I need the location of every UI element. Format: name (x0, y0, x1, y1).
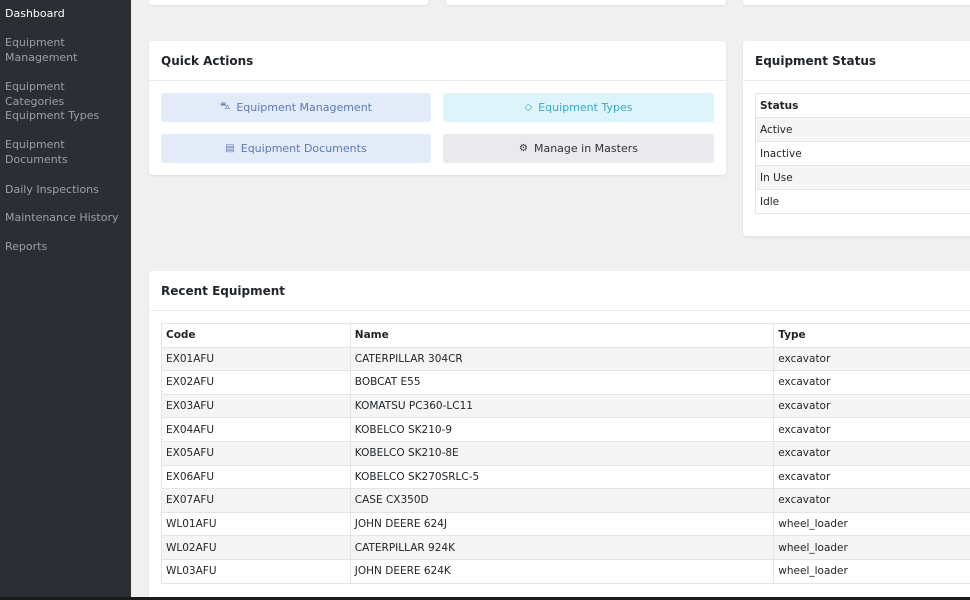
table-row: EX01AFU CATERPILLAR 304CR excavator (161, 346, 970, 372)
cell-code: EX02AFU (161, 370, 351, 395)
cell-code: EX06AFU (161, 464, 351, 490)
equipment-status-title: Equipment Status (743, 41, 970, 81)
column-header-name: Name (349, 323, 775, 348)
cell-name: KOMATSU PC360-LC11 (349, 393, 775, 419)
sidebar-item-equipment-categories[interactable]: Equipment Categories (0, 79, 131, 109)
cell-type: excavator (773, 370, 970, 395)
table-row: WL01AFU JOHN DEERE 624J wheel_loader (161, 511, 970, 537)
cell-name: BOBCAT E55 (349, 370, 775, 395)
cell-code: WL02AFU (161, 535, 351, 560)
cell-type: excavator (773, 440, 970, 466)
cell-code: EX05AFU (161, 440, 351, 466)
table-row: WL02AFU CATERPILLAR 924K wheel_loader (161, 535, 970, 560)
car-icon: ⛍ (220, 101, 231, 112)
cell-type: excavator (773, 417, 970, 442)
quick-actions-title: Quick Actions (149, 41, 726, 81)
status-header: Status (755, 93, 970, 118)
status-row: In Use (755, 165, 970, 190)
cell-type: wheel_loader (773, 535, 970, 560)
cell-name: KOBELCO SK210-9 (349, 417, 775, 442)
sidebar-item-maintenance-history[interactable]: Maintenance History (0, 210, 123, 225)
recent-equipment-table: Code Name Type EX01AFU CATERPILLAR 304CR… (161, 323, 970, 584)
cell-name: KOBELCO SK210-8E (349, 440, 775, 466)
sidebar-item-daily-inspections[interactable]: Daily Inspections (0, 182, 104, 197)
cell-name: CATERPILLAR 924K (349, 535, 775, 560)
file-icon: ▤ (225, 143, 235, 154)
cell-name: CATERPILLAR 304CR (349, 346, 775, 372)
sidebar-item-dashboard[interactable]: Dashboard (0, 6, 70, 21)
quick-actions-card: Quick Actions ⛍ Equipment Management ◇ E… (149, 41, 726, 175)
sidebar-item-equipment-types[interactable]: Equipment Types (0, 108, 104, 123)
recent-equipment-title: Recent Equipment (149, 271, 970, 311)
cell-name: CASE CX350D (349, 488, 775, 513)
cell-code: EX01AFU (161, 346, 351, 372)
cell-code: EX07AFU (161, 488, 351, 513)
cell-type: excavator (773, 464, 970, 490)
cell-code: WL01AFU (161, 511, 351, 537)
cell-name: JOHN DEERE 624K (349, 558, 775, 584)
cell-name: KOBELCO SK270SRLC-5 (349, 464, 775, 490)
cell-name: JOHN DEERE 624J (349, 511, 775, 537)
gear-icon: ⚙ (519, 143, 528, 154)
stat-card (446, 0, 726, 5)
main-content: Quick Actions ⛍ Equipment Management ◇ E… (131, 0, 970, 600)
table-row: EX03AFU KOMATSU PC360-LC11 excavator (161, 393, 970, 419)
tag-icon: ◇ (524, 102, 533, 113)
table-row: EX04AFU KOBELCO SK210-9 excavator (161, 417, 970, 442)
status-row: Idle (755, 189, 970, 214)
cell-code: WL03AFU (161, 558, 351, 584)
table-row: EX05AFU KOBELCO SK210-8E excavator (161, 440, 970, 466)
sidebar: Dashboard Equipment Management Equipment… (0, 0, 131, 600)
table-row: EX06AFU KOBELCO SK270SRLC-5 excavator (161, 464, 970, 490)
cell-type: wheel_loader (773, 511, 970, 537)
column-header-code: Code (161, 323, 351, 348)
table-row: EX02AFU BOBCAT E55 excavator (161, 370, 970, 395)
equipment-status-table: Status Active Inactive In Use Idle (755, 93, 970, 214)
cell-type: excavator (773, 393, 970, 419)
equipment-types-button[interactable]: ◇ Equipment Types (443, 93, 714, 122)
manage-in-masters-button[interactable]: ⚙ Manage in Masters (443, 134, 714, 163)
sidebar-item-reports[interactable]: Reports (0, 239, 52, 254)
sidebar-item-equipment-documents[interactable]: Equipment Documents (0, 137, 73, 167)
status-row: Active (755, 117, 970, 142)
equipment-documents-button[interactable]: ▤ Equipment Documents (161, 134, 431, 163)
cell-type: excavator (773, 346, 970, 372)
cell-code: EX03AFU (161, 393, 351, 419)
column-header-type: Type (773, 323, 970, 348)
recent-equipment-card: Recent Equipment Code Name Type EX01AFU … (149, 271, 970, 600)
stat-card (149, 0, 428, 5)
equipment-management-button[interactable]: ⛍ Equipment Management (161, 93, 431, 122)
table-row: WL03AFU JOHN DEERE 624K wheel_loader (161, 558, 970, 584)
equipment-status-card: Equipment Status Status Active Inactive … (743, 41, 970, 236)
stat-card (743, 0, 970, 5)
cell-code: EX04AFU (161, 417, 351, 442)
cell-type: wheel_loader (773, 558, 970, 584)
status-row: Inactive (755, 141, 970, 166)
sidebar-item-equipment-management[interactable]: Equipment Management (0, 35, 82, 65)
cell-type: excavator (773, 488, 970, 513)
table-row: EX07AFU CASE CX350D excavator (161, 488, 970, 513)
